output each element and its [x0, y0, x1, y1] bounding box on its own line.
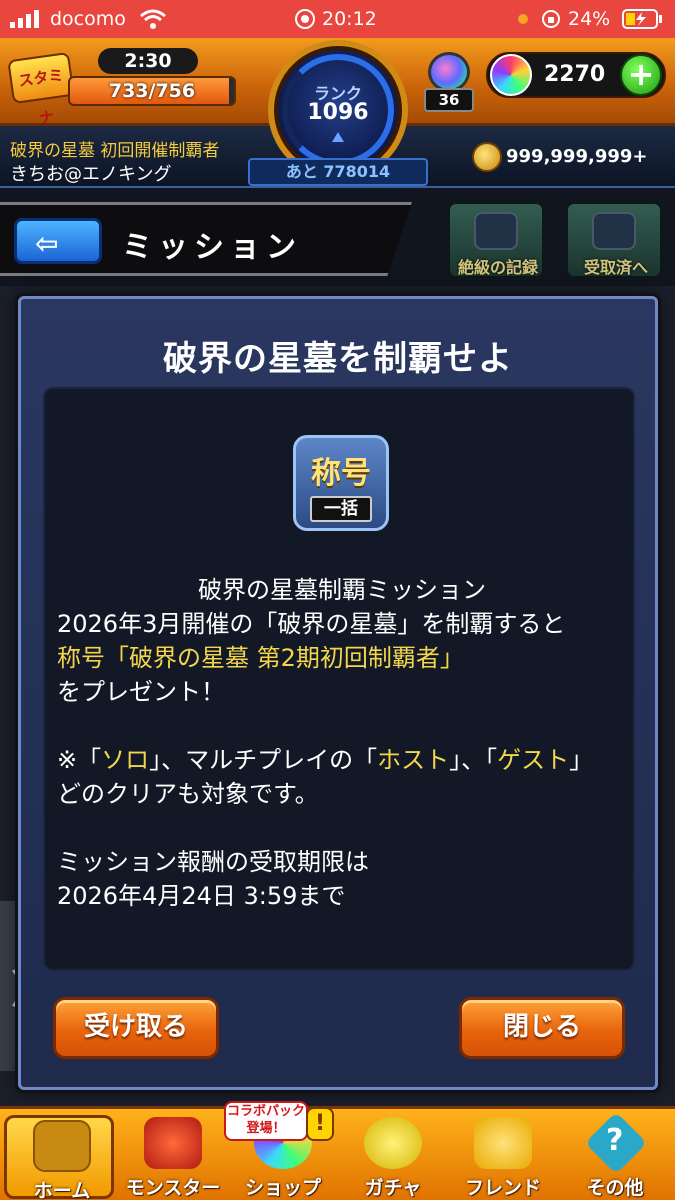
nav-monster-label: モンスター [125, 1177, 221, 1199]
received-label: 受取済へ [583, 258, 648, 277]
potion-button[interactable]: 36 [422, 48, 476, 112]
wifi-icon [140, 9, 166, 29]
deadline-line-1: ミッション報酬の受取期限は [57, 848, 369, 876]
mission-description: 破界の星墓制覇ミッション 2026年3月開催の「破界の星墓」を制覇すると 称号「… [57, 573, 627, 913]
desc-line-1: 2026年3月開催の「破界の星墓」を制覇すると [57, 610, 566, 638]
mission-header: ⇦ ミッション 絶級の記録 受取済へ [0, 188, 675, 286]
screen-title: ミッション [122, 230, 302, 265]
note-host: ホスト [377, 746, 450, 774]
player-title: 破界の星墓 初回開催制覇者 [10, 141, 220, 161]
orientation-lock-icon [542, 10, 560, 28]
bottom-nav: ホーム モンスター ショップ ガチャ フレンド ? その他 コラボパック登場！ … [0, 1101, 675, 1200]
book-icon [592, 212, 636, 250]
note-solo: ソロ [101, 746, 150, 774]
desc-line-3: をプレゼント！ [57, 678, 225, 706]
nav-friend-label: フレンド [464, 1177, 541, 1199]
carrier-name: docomo [50, 8, 126, 30]
stamina-value: 733/756 [108, 80, 196, 102]
nav-home-label: ホーム [33, 1180, 91, 1200]
potion-count: 36 [424, 88, 474, 112]
stamina-badge: スタミナ [7, 51, 75, 128]
rank-value: 1096 [307, 100, 369, 125]
records-icon [474, 212, 518, 250]
home-icon [33, 1120, 91, 1172]
mission-dialog: 破界の星墓を制覇せよ 称号 一括 破界の星墓制覇ミッション 2026年3月開催の… [18, 296, 658, 1090]
receive-button[interactable]: 受け取る [53, 997, 219, 1059]
signal-icon [10, 10, 39, 28]
gold-coin-icon [472, 142, 502, 172]
deadline-line-2: 2026年4月24日 3:59まで [57, 882, 346, 910]
collab-pack-tag: コラボパック登場！ [224, 1101, 308, 1141]
stamina-bar[interactable]: 733/756 [68, 76, 236, 106]
dialog-title: 破界の星墓を制覇せよ [163, 339, 513, 379]
nav-gacha[interactable]: ガチャ [338, 1115, 448, 1200]
nav-other[interactable]: ? その他 [560, 1111, 670, 1200]
shop-alert-badge: ! [306, 1107, 334, 1141]
battery-percent: 24% [568, 8, 611, 30]
close-button[interactable]: 閉じる [459, 997, 625, 1059]
nav-other-label: その他 [586, 1177, 644, 1199]
question-mark-icon: ? [606, 1123, 624, 1158]
back-button[interactable]: ⇦ [14, 218, 102, 264]
game-hud: スタミナ 2:30 733/756 ランク 1096 36 2270 + 破界の… [0, 38, 675, 188]
note-line-1: ※「ソロ」、マルチプレイの「ホスト」、「ゲスト」 [57, 746, 594, 774]
note-guest: ゲスト [497, 746, 570, 774]
desc-line-2: 称号「破界の星墓 第2期初回制覇者」 [57, 644, 464, 672]
dialog-body: 称号 一括 破界の星墓制覇ミッション 2026年3月開催の「破界の星墓」を制覇す… [43, 387, 635, 971]
gold-count: 999,999,999+ [506, 146, 648, 167]
mission-name: 破界の星墓制覇ミッション [198, 576, 486, 604]
nav-monster[interactable]: モンスター [118, 1115, 228, 1200]
note-line-2: どのクリアも対象です。 [57, 780, 319, 808]
orb-panel: 2270 + [486, 52, 666, 98]
status-time: 20:12 [322, 8, 377, 30]
badge-bottom-text: 一括 [310, 496, 372, 522]
nav-home[interactable]: ホーム [4, 1115, 114, 1200]
received-button[interactable]: 受取済へ [566, 202, 662, 278]
rank-pointer-icon [332, 132, 344, 142]
nav-shop-label: ショップ [244, 1177, 321, 1199]
screen-record-icon [295, 9, 315, 29]
status-bar: docomo 20:12 24% [0, 0, 675, 38]
potion-icon [428, 52, 470, 92]
title-reward-badge: 称号 一括 [293, 435, 389, 531]
orb-icon [490, 54, 532, 96]
gacha-egg-icon [364, 1117, 422, 1169]
mic-indicator [518, 14, 528, 24]
orb-count: 2270 [544, 62, 606, 87]
nav-friend[interactable]: フレンド [448, 1115, 558, 1200]
monster-icon [144, 1117, 202, 1169]
stamina-timer: 2:30 [98, 48, 198, 74]
records-label: 絶級の記録 [457, 258, 538, 277]
badge-top-text: 称号 [311, 456, 371, 491]
player-name: きちお@エノキング [10, 164, 172, 185]
friend-icon [474, 1117, 532, 1169]
records-button[interactable]: 絶級の記録 [448, 202, 544, 278]
battery-charging-icon [622, 9, 662, 29]
back-arrow-icon: ⇦ [35, 227, 59, 260]
exp-remaining: あと 778014 [248, 158, 428, 186]
nav-gacha-label: ガチャ [364, 1177, 422, 1199]
add-orb-button[interactable]: + [620, 54, 662, 96]
